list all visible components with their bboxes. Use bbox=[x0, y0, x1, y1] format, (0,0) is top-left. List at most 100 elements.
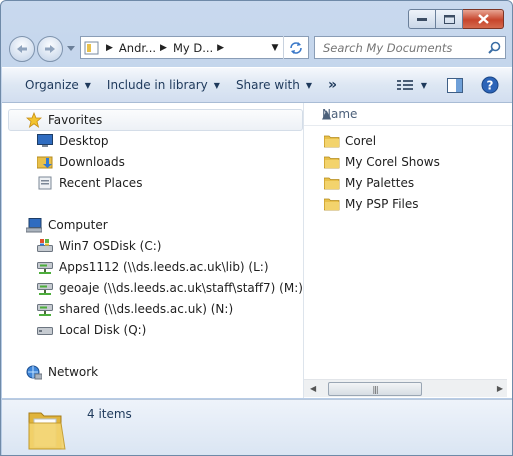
more-commands-button[interactable]: » bbox=[320, 73, 345, 97]
nav-item-label: Recent Places bbox=[59, 176, 143, 190]
scroll-right-icon[interactable]: ▶ bbox=[497, 384, 503, 393]
search-icon[interactable] bbox=[488, 41, 501, 54]
share-with-menu[interactable]: Share with ▼ bbox=[228, 73, 320, 97]
nav-network-label: Network bbox=[48, 365, 99, 379]
include-label: Include in library bbox=[106, 78, 208, 92]
include-in-library-menu[interactable]: Include in library ▼ bbox=[99, 73, 228, 97]
svg-text:?: ? bbox=[487, 79, 494, 93]
horizontal-scrollbar[interactable]: ◀ ||| ▶ bbox=[304, 379, 507, 397]
downloads-folder-icon bbox=[37, 154, 53, 170]
breadcrumb-separator-icon[interactable]: ▶ bbox=[217, 43, 224, 53]
nav-item-drive-n[interactable]: shared (\\ds.leeds.ac.uk) (N:) bbox=[37, 301, 233, 317]
nav-item-recent-places[interactable]: Recent Places bbox=[37, 175, 142, 191]
file-list-pane: ▲ Name Corel My Corel Shows My Palettes … bbox=[304, 103, 512, 398]
share-label: Share with bbox=[235, 78, 300, 92]
address-dropdown-icon[interactable]: ▼ bbox=[268, 43, 282, 53]
view-controls: ▼ ? bbox=[396, 76, 512, 94]
close-icon bbox=[477, 14, 489, 24]
minimize-button[interactable] bbox=[408, 9, 436, 29]
chevron-down-icon: ▼ bbox=[305, 80, 312, 90]
os-disk-icon bbox=[37, 238, 53, 254]
search-input[interactable] bbox=[321, 39, 485, 56]
back-arrow-icon bbox=[17, 45, 27, 53]
nav-item-label: Desktop bbox=[59, 134, 109, 148]
folder-icon bbox=[324, 156, 340, 169]
nav-item-drive-m[interactable]: geoaje (\\ds.leeds.ac.uk\staff\staff7) (… bbox=[37, 280, 303, 296]
nav-item-drive-q[interactable]: Local Disk (Q:) bbox=[37, 322, 146, 338]
breadcrumb-separator-icon[interactable]: ▶ bbox=[160, 43, 167, 53]
name-column-label: Name bbox=[322, 107, 358, 121]
view-details-icon[interactable] bbox=[396, 79, 413, 91]
file-item-my-psp-files[interactable]: My PSP Files bbox=[324, 197, 419, 211]
network-drive-icon bbox=[37, 259, 53, 275]
item-count: 4 items bbox=[87, 407, 132, 421]
close-button[interactable] bbox=[463, 9, 504, 29]
breadcrumb-documents[interactable]: My D... bbox=[173, 41, 213, 55]
computer-icon bbox=[26, 217, 42, 233]
search-box[interactable] bbox=[314, 36, 506, 59]
breadcrumb-separator-icon[interactable]: ▶ bbox=[106, 43, 113, 53]
recent-pages-dropdown-icon[interactable] bbox=[67, 46, 75, 52]
organize-label: Organize bbox=[25, 78, 79, 92]
nav-item-label: Local Disk (Q:) bbox=[59, 323, 147, 337]
nav-favorites[interactable]: Favorites bbox=[26, 112, 102, 128]
file-item-label: My Palettes bbox=[345, 176, 415, 190]
file-item-label: Corel bbox=[345, 134, 377, 148]
nav-favorites-label: Favorites bbox=[48, 113, 103, 127]
file-item-my-palettes[interactable]: My Palettes bbox=[324, 176, 414, 190]
nav-item-label: geoaje (\\ds.leeds.ac.uk\staff\staff7) (… bbox=[59, 281, 303, 295]
folder-icon bbox=[324, 135, 340, 148]
details-pane: 4 items bbox=[2, 399, 512, 455]
forward-button[interactable] bbox=[37, 36, 63, 62]
breadcrumb-user[interactable]: Andr... bbox=[119, 41, 156, 55]
name-column-header[interactable]: ▲ Name bbox=[304, 103, 512, 126]
refresh-icon bbox=[290, 41, 302, 54]
chevron-down-icon: ▼ bbox=[213, 80, 220, 90]
maximize-button[interactable] bbox=[436, 9, 463, 29]
large-folder-icon bbox=[28, 412, 66, 450]
explorer-window: ▶ Andr... ▶ My D... ▶ ▼ Organize ▼ Includ… bbox=[0, 0, 513, 456]
navigation-buttons bbox=[9, 36, 75, 62]
nav-network[interactable]: Network bbox=[26, 364, 98, 380]
scrollbar-thumb[interactable]: ||| bbox=[328, 382, 422, 396]
minimize-icon bbox=[417, 18, 427, 21]
help-icon[interactable]: ? bbox=[481, 76, 499, 94]
nav-item-label: Downloads bbox=[59, 155, 125, 169]
star-icon bbox=[26, 112, 42, 128]
nav-computer-label: Computer bbox=[48, 218, 108, 232]
view-dropdown-icon[interactable]: ▼ bbox=[421, 81, 427, 90]
nav-item-label: Win7 OSDisk (C:) bbox=[59, 239, 162, 253]
forward-arrow-icon bbox=[45, 45, 55, 53]
network-drive-icon bbox=[37, 280, 53, 296]
refresh-button[interactable] bbox=[283, 36, 308, 59]
command-bar: Organize ▼ Include in library ▼ Share with… bbox=[2, 67, 512, 103]
nav-computer[interactable]: Computer bbox=[26, 217, 108, 233]
network-drive-icon bbox=[37, 301, 53, 317]
folder-icon bbox=[84, 41, 99, 54]
organize-menu[interactable]: Organize ▼ bbox=[2, 73, 99, 97]
maximize-icon bbox=[443, 14, 455, 24]
back-button[interactable] bbox=[9, 36, 35, 62]
caption-buttons bbox=[408, 9, 504, 29]
nav-item-label: shared (\\ds.leeds.ac.uk) (N:) bbox=[59, 302, 234, 316]
network-icon bbox=[26, 364, 42, 380]
file-item-my-corel-shows[interactable]: My Corel Shows bbox=[324, 155, 440, 169]
nav-item-drive-l[interactable]: Apps1112 (\\ds.leeds.ac.uk\lib) (L:) bbox=[37, 259, 269, 275]
folder-icon bbox=[324, 177, 340, 190]
nav-item-drive-c[interactable]: Win7 OSDisk (C:) bbox=[37, 238, 161, 254]
chevron-down-icon: ▼ bbox=[84, 80, 91, 90]
nav-item-desktop[interactable]: Desktop bbox=[37, 133, 109, 149]
preview-pane-icon[interactable] bbox=[447, 77, 463, 93]
recent-places-icon bbox=[37, 175, 53, 191]
address-bar[interactable]: ▶ Andr... ▶ My D... ▶ ▼ bbox=[80, 36, 309, 59]
file-item-label: My Corel Shows bbox=[345, 155, 440, 169]
file-item-corel[interactable]: Corel bbox=[324, 134, 376, 148]
nav-item-label: Apps1112 (\\ds.leeds.ac.uk\lib) (L:) bbox=[59, 260, 269, 274]
file-item-label: My PSP Files bbox=[345, 197, 419, 211]
more-label: » bbox=[328, 77, 338, 93]
scroll-left-icon[interactable]: ◀ bbox=[310, 384, 316, 393]
nav-item-downloads[interactable]: Downloads bbox=[37, 154, 125, 170]
folder-icon bbox=[324, 198, 340, 211]
desktop-icon bbox=[37, 133, 53, 149]
local-disk-icon bbox=[37, 322, 53, 338]
